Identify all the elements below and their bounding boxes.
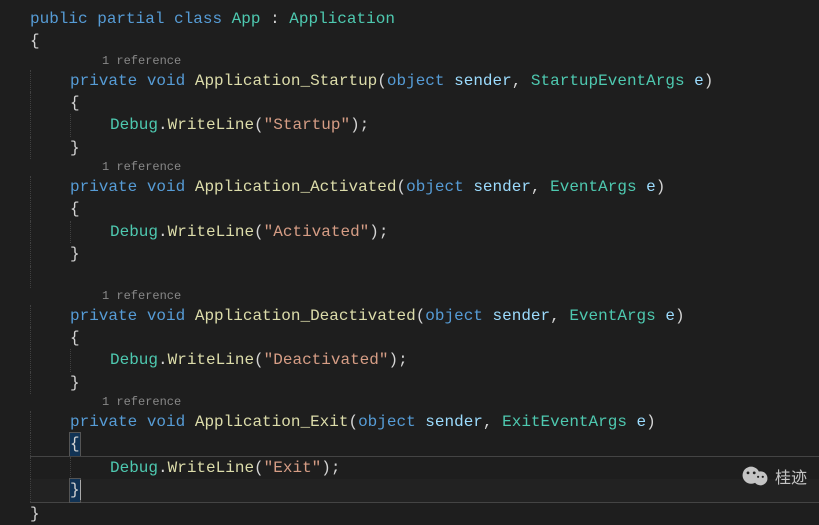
method-name: Application_Activated	[195, 178, 397, 196]
code-line[interactable]: private void Application_Startup(object …	[30, 70, 819, 92]
code-line[interactable]: {	[30, 92, 819, 114]
colon: :	[260, 10, 289, 28]
string-literal: "Startup"	[264, 116, 350, 134]
code-line[interactable]: private void Application_Exit(object sen…	[30, 411, 819, 433]
code-line[interactable]: }	[30, 137, 819, 159]
method-name: Application_Deactivated	[195, 307, 416, 325]
brace-open: {	[70, 94, 80, 112]
method-call: WriteLine	[168, 116, 254, 134]
brace-open-matched: {	[70, 433, 80, 455]
code-line-cursor[interactable]: }	[30, 479, 819, 502]
method-name: Application_Exit	[195, 413, 349, 431]
code-line[interactable]: {	[30, 198, 819, 220]
code-line[interactable]: private void Application_Deactivated(obj…	[30, 305, 819, 327]
code-line[interactable]: private void Application_Activated(objec…	[30, 176, 819, 198]
code-editor[interactable]: public partial class App : Application {…	[0, 0, 819, 525]
brace-open: {	[30, 32, 40, 50]
wechat-icon	[741, 465, 769, 487]
class-name: App	[232, 10, 261, 28]
code-line[interactable]	[30, 266, 819, 288]
method-name: Application_Startup	[195, 72, 377, 90]
reference-hint[interactable]: 1 reference	[30, 288, 819, 305]
keyword-private: private	[70, 72, 137, 90]
base-class: Application	[289, 10, 395, 28]
code-line[interactable]: }	[30, 503, 819, 525]
reference-hint[interactable]: 1 reference	[30, 394, 819, 411]
brace-close-matched: }	[70, 479, 80, 501]
code-line[interactable]: {	[30, 327, 819, 349]
param-name: sender	[454, 72, 512, 90]
reference-hint[interactable]: 1 reference	[30, 53, 819, 70]
keyword-class: class	[174, 10, 222, 28]
reference-hint[interactable]: 1 reference	[30, 159, 819, 176]
code-line[interactable]: Debug.WriteLine("Exit");	[30, 456, 819, 479]
text-cursor	[80, 480, 81, 499]
code-line[interactable]: Debug.WriteLine("Deactivated");	[30, 349, 819, 371]
code-line[interactable]: }	[30, 243, 819, 265]
code-line[interactable]: Debug.WriteLine("Activated");	[30, 221, 819, 243]
code-line[interactable]: {	[30, 30, 819, 52]
param-name: e	[694, 72, 704, 90]
code-line[interactable]: }	[30, 372, 819, 394]
brace-close: }	[70, 139, 80, 157]
code-line[interactable]: Debug.WriteLine("Startup");	[30, 114, 819, 136]
watermark: 桂迹	[741, 464, 807, 488]
class-ref: Debug	[110, 116, 158, 134]
watermark-text: 桂迹	[775, 464, 807, 488]
code-line[interactable]: public partial class App : Application	[30, 8, 819, 30]
keyword-partial: partial	[97, 10, 164, 28]
param-type: object	[387, 72, 445, 90]
param-type: StartupEventArgs	[531, 72, 685, 90]
brace-close: }	[30, 505, 40, 523]
keyword-void: void	[147, 72, 185, 90]
keyword-public: public	[30, 10, 88, 28]
code-line[interactable]: {	[30, 433, 819, 455]
